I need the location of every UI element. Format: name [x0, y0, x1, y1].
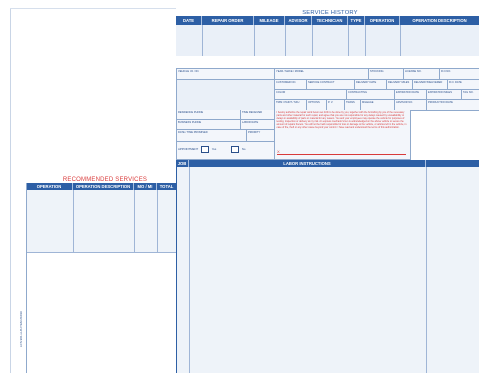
- labor-body[interactable]: [176, 167, 479, 373]
- service-history-body: [176, 25, 479, 56]
- expiration-date-field: EXPIRATION DATE: [395, 90, 427, 100]
- delivery-miles-field: DELIVERY MILES: [387, 80, 413, 90]
- business-phone-field: BUSINESS PHONE: [177, 120, 241, 130]
- appointment-yes-checkbox[interactable]: [200, 146, 209, 153]
- recommended-body[interactable]: [26, 190, 176, 252]
- stocking-field: STOCKING: [369, 69, 404, 80]
- recommended-header: OPERATION OPERATION DESCRIPTION MO / MI …: [26, 183, 176, 190]
- labor-instructions-title: LABOR INSTRUCTIONS: [189, 160, 426, 167]
- year-make-model-field: YEAR / MAKE / MODEL: [275, 69, 369, 80]
- ro-no-field: R.O.NO.: [440, 69, 479, 80]
- license-field: LICENSE NO.: [404, 69, 440, 80]
- vehicle-info-grid: VEHICLE I.D. NO. YEAR / MAKE / MODEL STO…: [176, 68, 479, 111]
- rec-col-mo-mi: MO / MI: [134, 183, 157, 190]
- color-field: COLOR: [275, 90, 347, 100]
- service-contract-field: SERVICE CONTRACT: [307, 80, 355, 90]
- rec-col-operation-description: OPERATION DESCRIPTION: [73, 183, 134, 190]
- contact-block: RESIDENCE PHONE TIME RECEIVED BUSINESS P…: [176, 110, 275, 160]
- appointment-no-checkbox[interactable]: [231, 146, 240, 153]
- col-operation: OPERATION: [365, 16, 400, 25]
- appointment-no-label: No: [241, 147, 246, 152]
- rec-col-total: TOTAL: [159, 184, 174, 189]
- delivery-delivered-field: DELIVERY/DELIVERED: [413, 80, 448, 90]
- appointment-label: APPOINTMENT: [178, 147, 199, 152]
- ro-date-field: R.O. DATE: [448, 80, 479, 90]
- authorization-box: I hereby authorize the repair work herei…: [274, 110, 411, 160]
- appointment-row: APPOINTMENT Yes No: [177, 142, 275, 160]
- rec-col-operation: OPERATION: [26, 183, 73, 190]
- tag-no-field: TAG NO.: [462, 90, 479, 100]
- labor-rate-field: LABOR RATE: [241, 120, 275, 130]
- contracting-field: CONTRACTING: [347, 90, 395, 100]
- date-time-promised-field: DATE / TIME PROMISED: [177, 130, 247, 142]
- expiration-miles-field: EXPIRATION MILES: [427, 90, 462, 100]
- vin-field: VEHICLE I.D. NO.: [177, 69, 275, 80]
- col-technician: TECHNICIAN: [312, 16, 348, 25]
- col-type: TYPE: [348, 16, 365, 25]
- service-history-header: DATE REPAIR ORDER MILEAGE ADVISOR TECHNI…: [176, 16, 479, 25]
- residence-phone-field: RESIDENCE PHONE: [177, 110, 241, 120]
- col-date: DATE: [176, 16, 202, 25]
- priority-field: PRIORITY: [247, 130, 275, 142]
- job-label: JOB: [176, 160, 189, 167]
- labor-header: JOB LABOR INSTRUCTIONS: [176, 160, 479, 167]
- customer-no-field: CUSTOMER NO.: [275, 80, 307, 90]
- vin-blank: [177, 80, 275, 111]
- production-date-field: PRODUCTION DATE: [427, 100, 479, 111]
- authorization-text: I hereby authorize the repair work herei…: [276, 111, 407, 130]
- delivery-date-field: DELIVERY DATE: [355, 80, 387, 90]
- col-mileage: MILEAGE: [254, 16, 285, 25]
- col-repair-order: REPAIR ORDER: [202, 16, 254, 25]
- signature-mark: X: [277, 149, 280, 154]
- col-advisor: ADVISOR: [285, 16, 312, 25]
- side-code: LCS 901-LHS ITEM #1099: [19, 311, 23, 347]
- appointment-yes-label: Yes: [211, 147, 217, 152]
- time-received-field: TIME RECEIVED: [241, 110, 275, 120]
- col-operation-description: OPERATION DESCRIPTION: [412, 18, 467, 23]
- signature-line[interactable]: X: [277, 149, 406, 155]
